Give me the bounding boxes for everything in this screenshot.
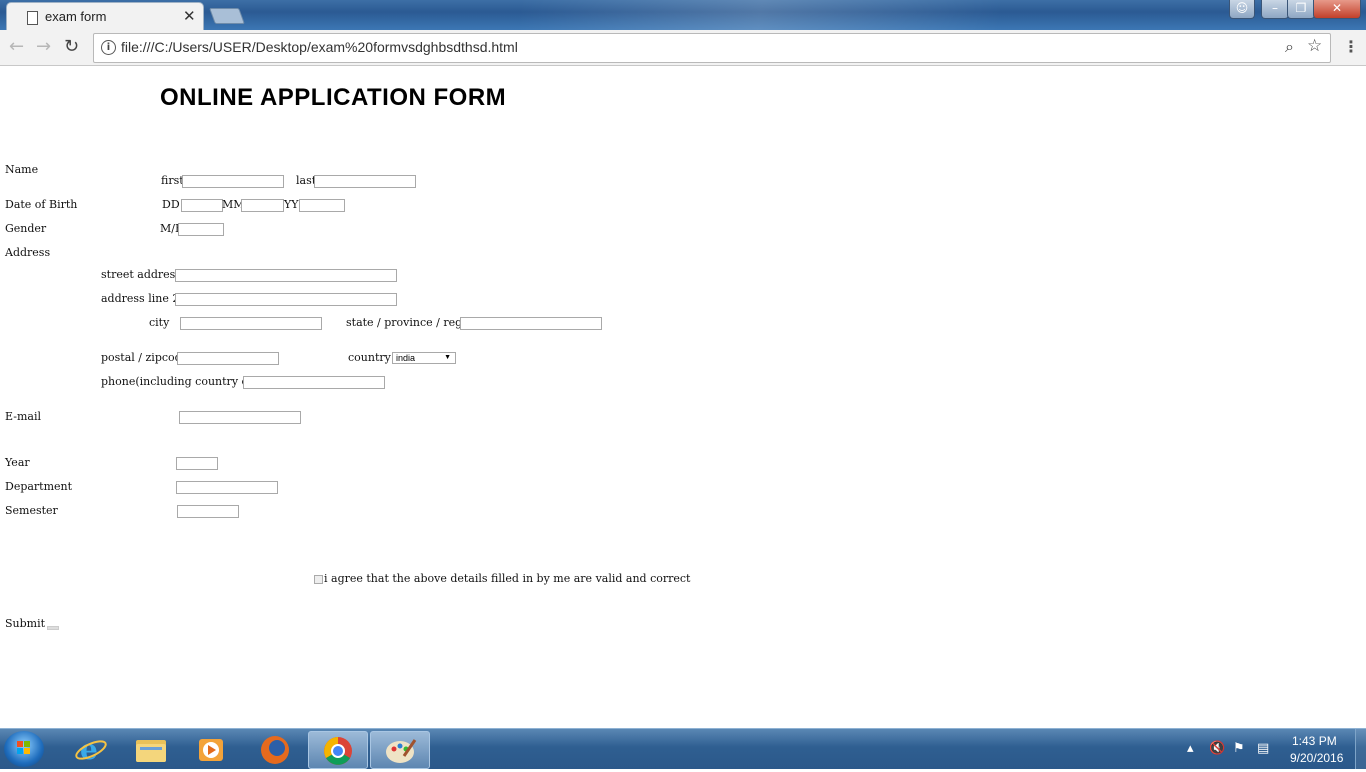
tab-title: exam form — [45, 9, 107, 24]
maximize-button[interactable]: ❐ — [1287, 0, 1315, 19]
network-icon[interactable]: ▤ — [1257, 741, 1269, 756]
windows-taskbar: e ▴ 🔇 ⚑ ▤ 1:43 PM 9/20/2016 — [0, 728, 1366, 769]
city-label: city — [149, 316, 170, 329]
back-arrow-icon[interactable]: ← — [9, 36, 24, 57]
clock-time[interactable]: 1:43 PM — [1292, 734, 1337, 748]
page-content: ONLINE APPLICATION FORM Name first last … — [0, 66, 1366, 728]
semester-input[interactable] — [177, 505, 239, 518]
start-button[interactable] — [4, 731, 44, 767]
dob-year-input[interactable] — [299, 199, 345, 212]
yy-label: YY — [284, 198, 299, 211]
dob-day-input[interactable] — [181, 199, 223, 212]
country-label: country — [348, 351, 391, 364]
gender-label: Gender — [5, 222, 47, 235]
info-icon[interactable]: i — [101, 40, 116, 55]
submit-label: Submit — [5, 617, 46, 630]
volume-muted-icon[interactable]: 🔇 — [1209, 741, 1225, 756]
paint-icon[interactable] — [370, 731, 430, 769]
dob-label: Date of Birth — [5, 198, 78, 211]
browser-toolbar: ← → ↻ i file:///C:/Users/USER/Desktop/ex… — [0, 30, 1366, 66]
dob-month-input[interactable] — [241, 199, 284, 212]
name-label: Name — [5, 163, 39, 176]
department-label: Department — [5, 480, 73, 493]
url-text[interactable]: file:///C:/Users/USER/Desktop/exam%20for… — [121, 39, 518, 55]
submit-button[interactable] — [47, 626, 59, 630]
chrome-menu-icon[interactable]: ⋮ — [1343, 37, 1359, 56]
street-address-label: street address — [101, 268, 181, 281]
window-titlebar: exam form ✕ ☺ – ❐ ✕ — [0, 0, 1366, 31]
minimize-button[interactable]: – — [1261, 0, 1289, 19]
postal-label: postal / zipcode — [101, 351, 189, 364]
tab-close-icon[interactable]: ✕ — [183, 7, 196, 25]
address-bar[interactable]: i file:///C:/Users/USER/Desktop/exam%20f… — [93, 33, 1331, 63]
gender-input[interactable] — [178, 223, 224, 236]
show-desktop-button[interactable] — [1355, 729, 1366, 769]
windows-logo-icon — [17, 741, 31, 755]
reload-icon[interactable]: ↻ — [64, 36, 79, 57]
postal-input[interactable] — [177, 352, 279, 365]
internet-explorer-icon[interactable]: e — [62, 731, 120, 767]
svg-text:e: e — [80, 733, 98, 766]
media-player-icon[interactable] — [182, 731, 240, 767]
close-window-button[interactable]: ✕ — [1313, 0, 1361, 19]
year-label: Year — [5, 456, 30, 469]
country-selected-value: india — [396, 353, 416, 363]
forward-arrow-icon[interactable]: → — [36, 36, 51, 57]
bookmark-star-icon[interactable]: ☆ — [1307, 36, 1322, 56]
browser-tab[interactable]: exam form ✕ — [6, 2, 204, 31]
firefox-icon[interactable] — [246, 731, 304, 767]
department-input[interactable] — [176, 481, 278, 494]
agree-checkbox[interactable] — [314, 575, 323, 584]
city-input[interactable] — [180, 317, 322, 330]
phone-input[interactable] — [243, 376, 385, 389]
action-center-icon[interactable]: ⚑ — [1233, 741, 1245, 756]
agree-text: i agree that the above details filled in… — [324, 572, 691, 585]
last-name-input[interactable] — [314, 175, 416, 188]
show-hidden-icons-icon[interactable]: ▴ — [1187, 741, 1194, 756]
page-title: ONLINE APPLICATION FORM — [160, 84, 507, 111]
new-tab-button[interactable] — [209, 8, 245, 24]
address-line2-input[interactable] — [175, 293, 397, 306]
clock-date[interactable]: 9/20/2016 — [1290, 751, 1343, 765]
chrome-icon[interactable] — [308, 731, 368, 769]
year-input[interactable] — [176, 457, 218, 470]
file-explorer-icon[interactable] — [122, 731, 180, 767]
dd-label: DD — [162, 198, 180, 211]
semester-label: Semester — [5, 504, 58, 517]
country-select[interactable]: india ▼ — [392, 352, 456, 364]
street-address-input[interactable] — [175, 269, 397, 282]
page-icon — [27, 11, 38, 25]
state-input[interactable] — [460, 317, 602, 330]
first-name-label: first — [161, 174, 184, 187]
address-line2-label: address line 2 — [101, 292, 180, 305]
address-label: Address — [5, 246, 51, 259]
dropdown-arrow-icon: ▼ — [444, 354, 451, 361]
zoom-icon[interactable]: ⌕ — [1285, 37, 1294, 57]
email-label: E-mail — [5, 410, 41, 423]
first-name-input[interactable] — [182, 175, 284, 188]
user-profile-icon[interactable]: ☺ — [1229, 0, 1255, 19]
email-input[interactable] — [179, 411, 301, 424]
